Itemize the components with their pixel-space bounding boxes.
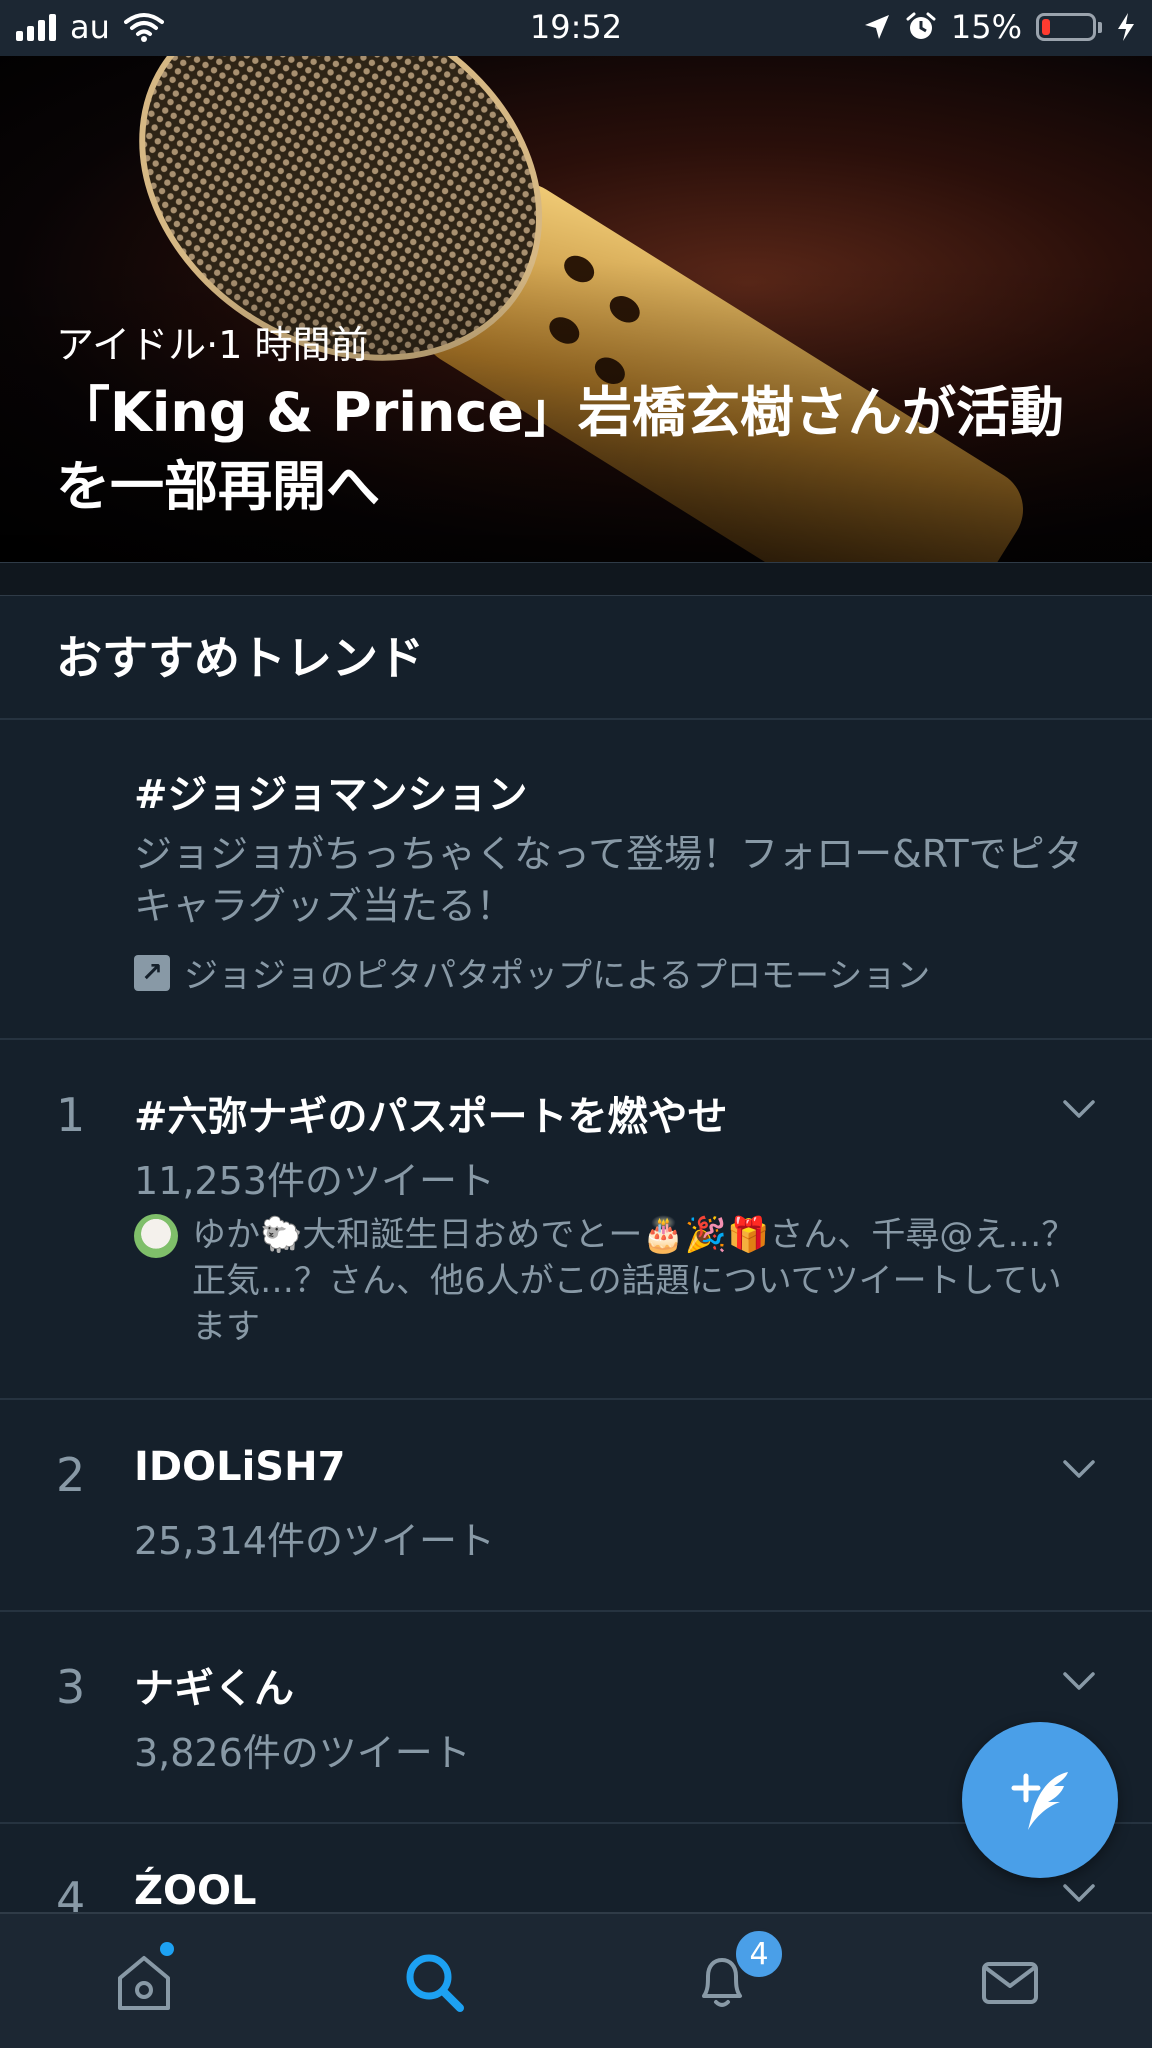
trend-rank: 1 (56, 1088, 86, 1142)
divider (0, 1610, 1152, 1612)
home-unread-dot (160, 1942, 174, 1956)
chevron-down-icon[interactable] (1062, 1670, 1096, 1692)
alarm-clock-icon (906, 12, 936, 39)
compose-tweet-button[interactable] (962, 1722, 1118, 1878)
home-icon[interactable] (112, 1950, 176, 2014)
compose-tweet-icon (1011, 1772, 1068, 1830)
divider (0, 718, 1152, 720)
trend-tweet-count: 3,826件のツイート (134, 1731, 471, 1775)
trend-tweet-count: 11,253件のツイート (134, 1159, 495, 1203)
search-icon[interactable] (402, 1950, 466, 2014)
trend-name[interactable]: ŹOOL (134, 1868, 257, 1914)
news-meta: アイドル·1 時間前 (56, 314, 368, 369)
news-separator: · (206, 323, 219, 367)
notification-badge: 4 (733, 1928, 785, 1980)
divider (0, 1038, 1152, 1040)
promoted-arrow-icon: ↗ (134, 954, 170, 991)
chevron-down-icon[interactable] (1062, 1458, 1096, 1480)
trend-rank: 3 (56, 1660, 86, 1714)
charging-bolt-icon (1118, 13, 1134, 41)
chevron-down-icon[interactable] (1062, 1882, 1096, 1904)
battery-percent: 15% (950, 8, 1022, 46)
promoted-by-label: ジョジョのピタパタポップによるプロモーション (184, 956, 931, 996)
promoted-description: ジョジョがちっちゃくなって登場！フォロー&RTでピタキャラグッズ当たる！ (134, 832, 1083, 928)
trend-rank: 2 (56, 1448, 86, 1502)
promoted-by: ↗ ジョジョのピタパタポップによるプロモーション (134, 948, 930, 997)
trend-name[interactable]: IDOLiSH7 (134, 1444, 345, 1490)
status-right: 15% (863, 8, 1136, 46)
trend-context-text: ゆか🐑大和誕生日おめでとー🎂🎉🎁さん、千尋@え…？正気…？さん、他6人がこの話題… (192, 1215, 1076, 1347)
trend-name[interactable]: #六弥ナギのパスポートを燃やせ (134, 1084, 728, 1142)
status-bar: au 19:52 15% (0, 0, 1152, 56)
section-title: おすすめトレンド (56, 631, 424, 685)
featured-news-card[interactable]: アイドル·1 時間前 「King & Prince」岩橋玄樹さんが活動を一部再開… (0, 56, 1152, 562)
divider (0, 1398, 1152, 1400)
trend-context: ゆか🐑大和誕生日おめでとー🎂🎉🎁さん、千尋@え…？正気…？さん、他6人がこの話題… (134, 1212, 1094, 1350)
bottom-tab-bar: 4 (0, 1912, 1152, 2048)
promoted-hashtag[interactable]: #ジョジョマンション (134, 762, 528, 820)
trend-name[interactable]: ナギくん (134, 1656, 294, 1714)
battery-icon (1036, 13, 1102, 41)
messages-icon[interactable] (978, 1950, 1042, 2014)
section-spacer (0, 562, 1152, 596)
news-category: アイドル (56, 323, 207, 367)
location-arrow-icon (864, 15, 889, 39)
trend-tweet-count: 25,314件のツイート (134, 1519, 495, 1563)
news-time: 1 時間前 (218, 323, 369, 367)
news-headline: 「King & Prince」岩橋玄樹さんが活動を一部再開へ (56, 381, 1064, 518)
avatar (134, 1214, 178, 1258)
chevron-down-icon[interactable] (1062, 1098, 1096, 1120)
